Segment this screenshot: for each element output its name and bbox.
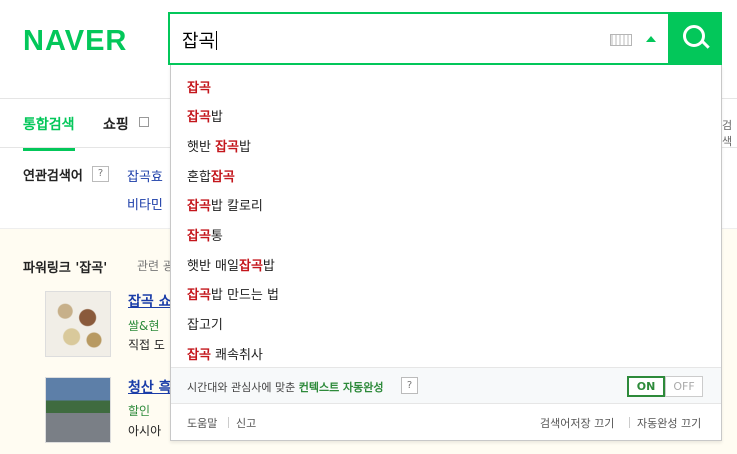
suggestion-item[interactable]: 잡곡통	[187, 222, 223, 252]
text-caret	[216, 31, 218, 50]
ad-title[interactable]: 청산 흑	[128, 377, 172, 397]
toggle-on-button[interactable]: ON	[627, 376, 665, 397]
suggestion-highlight: 잡곡	[187, 199, 211, 214]
ad-title[interactable]: 잡곡 쇼	[128, 291, 172, 311]
autocomplete-off-link[interactable]: 자동완성 끄기	[637, 415, 701, 431]
ad-thumbnail[interactable]	[45, 291, 111, 357]
suggestion-text: 햇반	[187, 140, 216, 155]
tab-partial[interactable]: 검색	[722, 117, 737, 149]
suggestion-item[interactable]: 잡고기	[187, 311, 223, 341]
collapse-arrow-icon[interactable]	[646, 36, 656, 42]
suggestion-text: 쾌속취사	[210, 348, 263, 363]
suggestion-item[interactable]: 혼합잡곡	[187, 163, 235, 193]
ad-thumbnail[interactable]	[45, 377, 111, 443]
suggestion-item[interactable]: 잡곡밥 칼로리	[187, 192, 263, 222]
search-input[interactable]: 잡곡	[182, 27, 218, 53]
suggestion-item[interactable]: 햇반 매일잡곡밥	[187, 252, 275, 282]
context-description: 시간대와 관심사에 맞춘 컨텍스트 자동완성	[187, 379, 384, 395]
suggestion-highlight: 잡곡	[215, 140, 239, 155]
ad-desc: 아시아	[128, 424, 162, 438]
tab-shopping[interactable]: 쇼핑	[103, 114, 129, 134]
related-item[interactable]: 비타민	[127, 194, 163, 213]
context-highlight: 컨텍스트 자동완성	[298, 381, 384, 394]
suggestion-text: 밥	[262, 259, 275, 274]
suggestion-text: 혼합	[187, 170, 211, 185]
suggestion-highlight: 잡곡	[187, 110, 211, 125]
tab-integrated-search[interactable]: 통합검색	[23, 114, 75, 151]
help-icon[interactable]: ?	[401, 377, 418, 394]
context-text: 시간대와 관심사에 맞춘	[187, 381, 299, 394]
report-link[interactable]: 신고	[236, 415, 256, 431]
suggestion-text: 통	[210, 229, 223, 244]
suggestion-text: 밥 칼로리	[210, 199, 263, 214]
suggestion-item[interactable]: 잡곡밥 만드는 법	[187, 281, 279, 311]
help-icon[interactable]: ?	[92, 166, 109, 182]
suggestion-text: 햇반 매일	[187, 259, 239, 274]
suggestion-highlight: 잡곡	[238, 259, 263, 274]
suggestion-item[interactable]: 햇반 잡곡밥	[187, 133, 251, 163]
keyboard-icon[interactable]	[610, 34, 632, 46]
suggestion-text: 밥	[238, 140, 251, 155]
powerlink-subtitle: 관련 광	[137, 259, 174, 273]
ad-badge: 할인	[128, 404, 151, 418]
related-searches-label: 연관검색어	[23, 169, 83, 184]
suggestion-highlight: 잡곡	[210, 170, 235, 185]
footer-divider	[228, 417, 229, 428]
search-button[interactable]	[668, 12, 722, 65]
suggestion-text: 잡고기	[187, 318, 223, 333]
suggestion-text: 밥 만드는 법	[210, 288, 279, 303]
search-box[interactable]: 잡곡	[168, 12, 722, 65]
toggle-off-button[interactable]: OFF	[665, 376, 703, 397]
search-icon-handle	[701, 40, 710, 49]
suggestion-highlight: 잡곡	[187, 288, 211, 303]
suggestion-highlight: 잡곡	[187, 81, 211, 96]
ad-url[interactable]: 쌀&현	[128, 317, 159, 334]
suggestion-highlight: 잡곡	[187, 348, 211, 363]
suggestion-text: 밥	[210, 110, 223, 125]
help-link[interactable]: 도움말	[187, 415, 217, 431]
save-history-off-link[interactable]: 검색어저장 끄기	[540, 415, 614, 431]
related-item[interactable]: 잡곡효	[127, 166, 163, 185]
suggestion-highlight: 잡곡	[187, 229, 211, 244]
suggestion-item[interactable]: 잡곡밥	[187, 103, 223, 133]
context-autocomplete-bar: 시간대와 관심사에 맞춘 컨텍스트 자동완성 ? ON OFF	[171, 367, 721, 404]
external-link-icon	[139, 117, 149, 127]
autocomplete-dropdown: 잡곡 잡곡밥 햇반 잡곡밥 혼합잡곡 잡곡밥 칼로리 잡곡통 햇반 매일잡곡밥 …	[170, 65, 722, 441]
footer-divider	[629, 417, 630, 428]
powerlink-title: 파워링크 '잡곡'	[23, 261, 108, 276]
ad-desc: 직접 도	[128, 338, 165, 352]
naver-logo[interactable]: NAVER	[23, 25, 127, 58]
suggestion-item[interactable]: 잡곡	[187, 74, 211, 104]
